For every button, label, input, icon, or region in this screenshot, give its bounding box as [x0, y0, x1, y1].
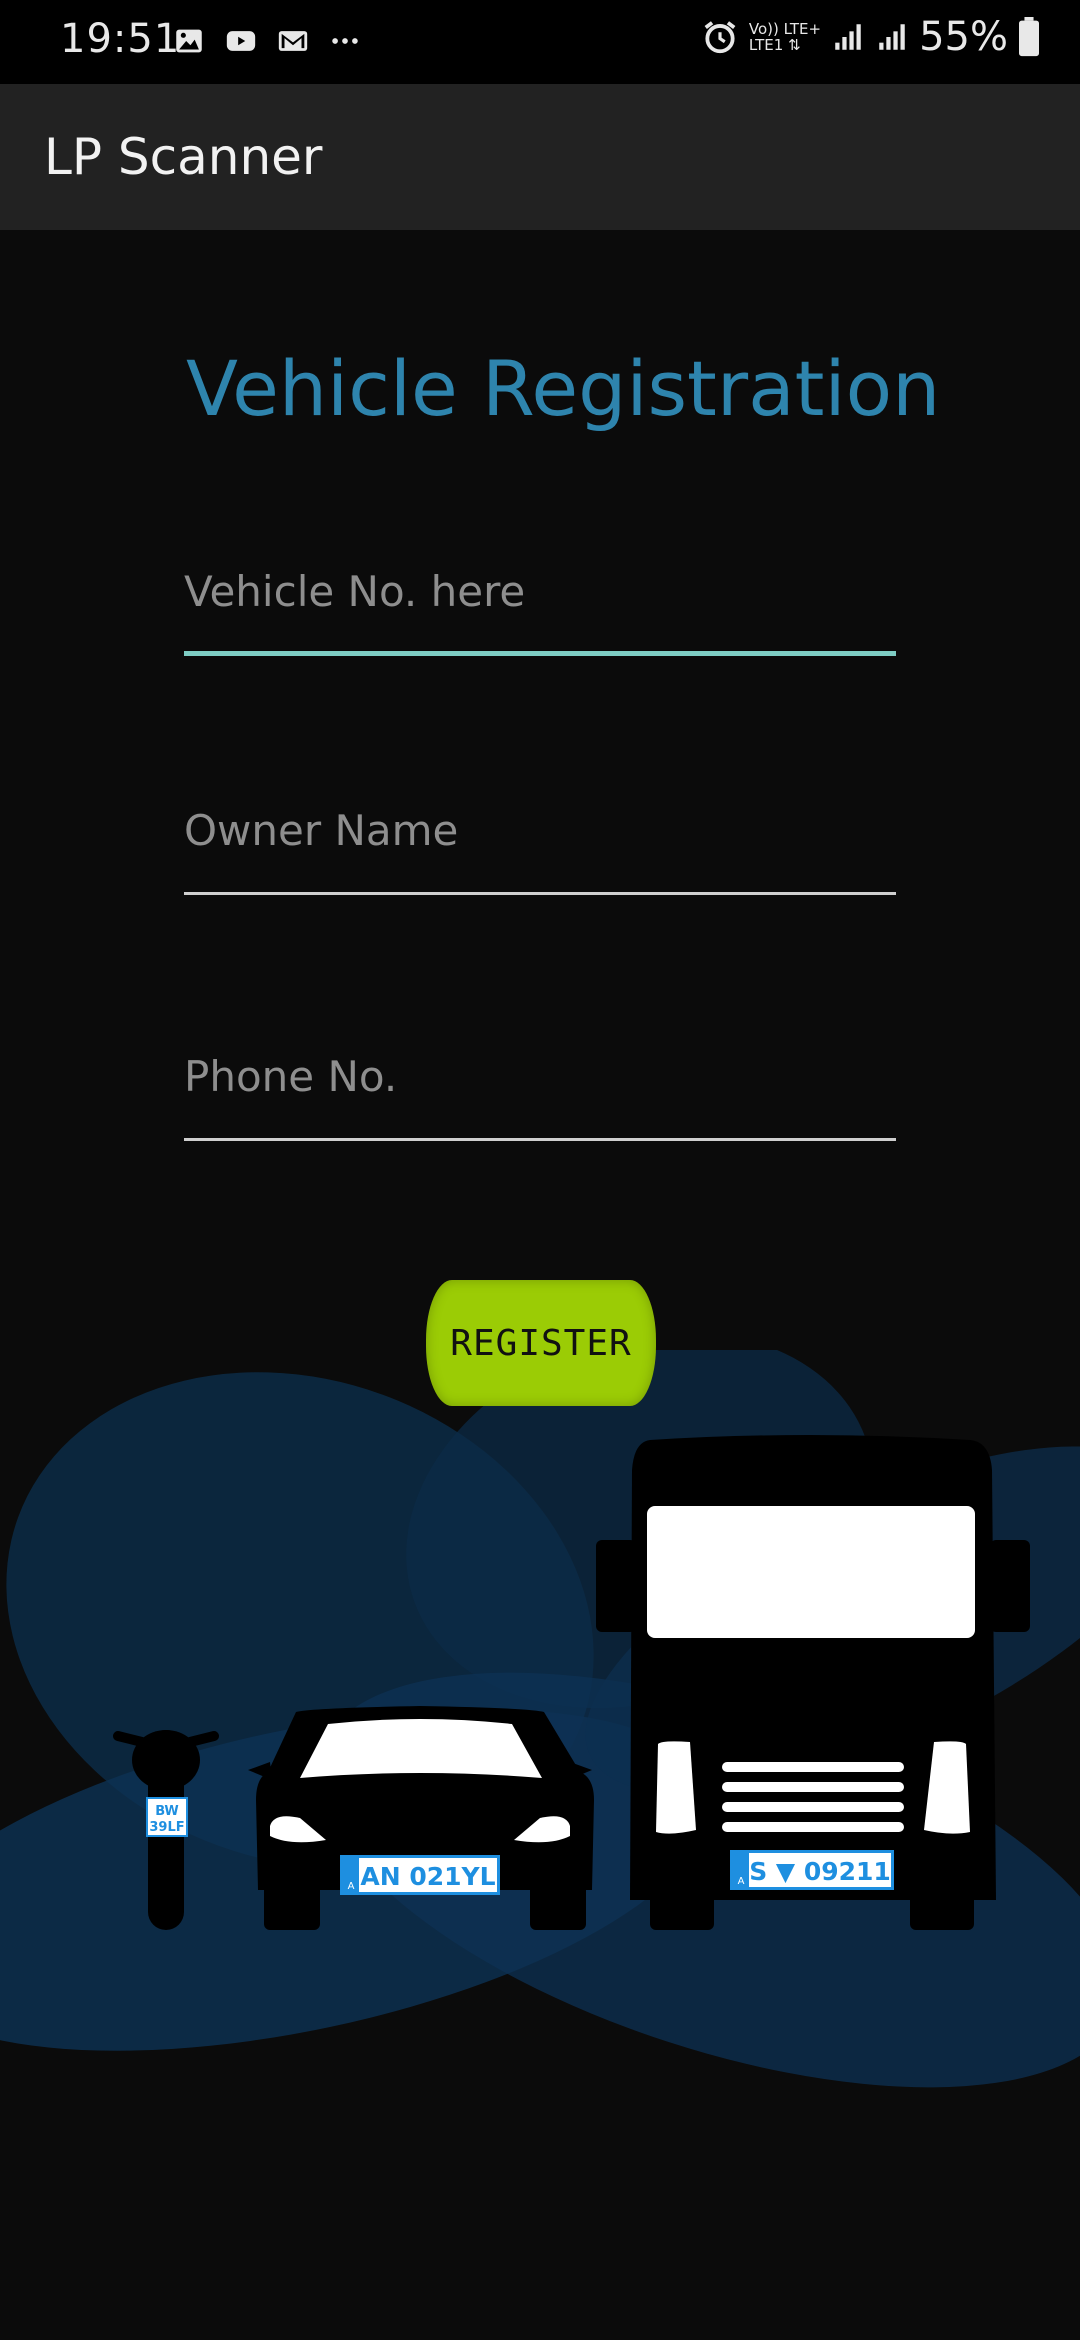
phone-number-input[interactable]: [184, 1021, 896, 1131]
car-plate-text: AN 021YL: [360, 1862, 495, 1891]
status-bar: 19:51 Vo)) LTE+ LTE1 ⇅ 55%: [0, 0, 1080, 84]
owner-name-field: [184, 775, 896, 895]
alarm-icon: [704, 21, 736, 54]
battery-icon: [1019, 17, 1039, 57]
network-indicator: Vo)) LTE+ LTE1 ⇅: [748, 20, 822, 54]
phone-number-underline: [184, 1138, 896, 1141]
youtube-icon: [226, 31, 256, 51]
phone-number-field: [184, 1021, 896, 1141]
vehicle-number-input[interactable]: [184, 536, 896, 646]
app-bar: LP Scanner: [0, 84, 1080, 230]
status-time: 19:51: [60, 16, 181, 62]
battery-percent: 55%: [919, 14, 1008, 60]
truck-icon: A S ▼ 09211: [596, 1435, 1030, 1930]
app-title: LP Scanner: [44, 128, 323, 186]
truck-plate-country: A: [738, 1876, 745, 1887]
gallery-icon: [176, 29, 202, 53]
owner-name-input[interactable]: [184, 775, 896, 885]
gmail-icon: [278, 31, 308, 51]
car-plate-country: A: [348, 1881, 355, 1892]
motorcycle-plate-line2: 39LF: [149, 1820, 184, 1835]
signal-icon-2: [879, 24, 905, 50]
more-icon: [332, 38, 358, 44]
vehicle-number-underline: [184, 651, 896, 656]
vehicles-illustration: BW 39LF A AN 021YL A S ▼ 09211: [0, 1350, 1080, 2088]
register-button[interactable]: REGISTER: [426, 1280, 656, 1406]
truck-plate-text: S ▼ 09211: [749, 1857, 891, 1886]
system-icons: Vo)) LTE+ LTE1 ⇅ 55%: [701, 14, 1040, 60]
signal-icon: [835, 24, 861, 50]
motorcycle-plate-line1: BW: [155, 1804, 179, 1819]
notification-icons: [172, 24, 362, 58]
vehicle-number-field: [184, 536, 896, 656]
page-heading: Vehicle Registration: [186, 344, 941, 433]
owner-name-underline: [184, 892, 896, 895]
